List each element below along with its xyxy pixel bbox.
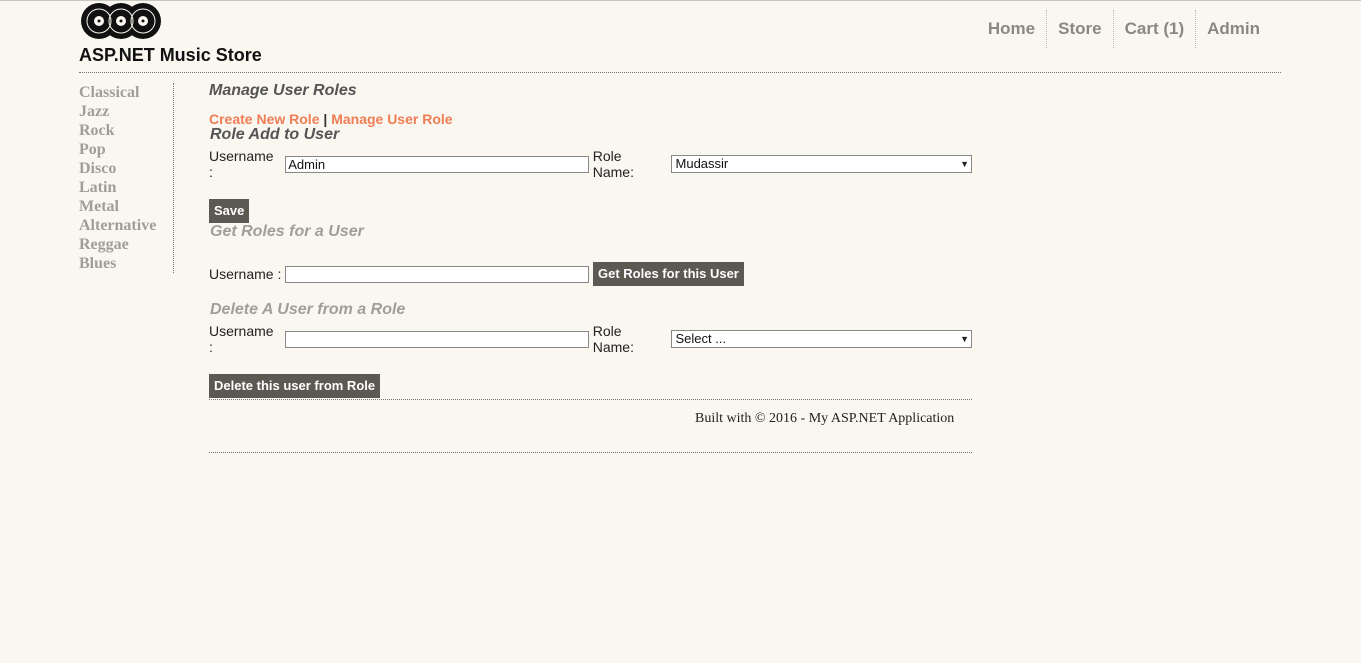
genre-item-blues[interactable]: Blues — [79, 254, 173, 273]
genre-item-classical[interactable]: Classical — [79, 83, 173, 102]
add-role-name-label: Role Name: — [592, 148, 634, 180]
delete-user-from-role-button[interactable]: Delete this user from Role — [209, 374, 381, 398]
delete-role-heading: Delete A User from a Role — [210, 301, 406, 318]
genre-item-disco[interactable]: Disco — [79, 159, 173, 178]
vinyl-records-logo[interactable] — [80, 2, 162, 40]
genre-item-reggae[interactable]: Reggae — [79, 235, 173, 254]
add-username-input[interactable]: Admin — [285, 155, 589, 173]
delete-role-name-label: Role Name: — [592, 323, 634, 355]
genre-menu: Classical Jazz Rock Pop Disco Latin Meta… — [79, 83, 174, 273]
add-role-form-row: Username : Admin Role Name: Mudassir ▼ — [209, 148, 972, 180]
delete-role-select[interactable]: Select ... ▼ — [670, 330, 972, 348]
nav-cart[interactable]: Cart (1) — [1112, 10, 1196, 48]
site-title: ASP.NET Music Store — [79, 45, 262, 65]
save-button[interactable]: Save — [209, 199, 250, 223]
content-divider — [209, 399, 972, 400]
nav-store[interactable]: Store — [1046, 10, 1112, 48]
delete-role-select-value: Select ... — [675, 331, 727, 346]
add-role-heading: Role Add to User — [210, 126, 340, 143]
top-border — [0, 0, 1361, 1]
add-role-select-value: Mudassir — [675, 156, 729, 171]
footer-text: Built with © 2016 - My ASP.NET Applicati… — [695, 411, 955, 426]
genre-item-rock[interactable]: Rock — [79, 121, 173, 140]
genre-item-pop[interactable]: Pop — [79, 140, 173, 159]
nav-home[interactable]: Home — [977, 10, 1046, 48]
role-links: Create New Role | Manage User Role — [209, 111, 453, 127]
add-role-select[interactable]: Mudassir ▼ — [670, 155, 972, 173]
get-roles-button[interactable]: Get Roles for this User — [593, 262, 744, 286]
genre-item-metal[interactable]: Metal — [79, 197, 173, 216]
footer-divider — [209, 452, 972, 453]
add-username-label: Username : — [209, 148, 274, 180]
manage-user-role-link[interactable]: Manage User Role — [331, 111, 452, 127]
get-roles-form-row: Username : — [209, 265, 590, 283]
link-separator: | — [323, 111, 328, 127]
delete-username-input[interactable] — [285, 330, 589, 348]
dropdown-arrow-icon: ▼ — [960, 159, 969, 169]
create-new-role-link[interactable]: Create New Role — [209, 111, 319, 127]
genre-item-latin[interactable]: Latin — [79, 178, 173, 197]
dropdown-arrow-icon: ▼ — [960, 334, 969, 344]
page-title: Manage User Roles — [209, 82, 357, 99]
get-username-input[interactable] — [285, 265, 590, 283]
delete-role-form-row: Username : Role Name: Select ... ▼ — [209, 323, 972, 355]
header-divider — [79, 72, 1281, 73]
genre-item-alternative[interactable]: Alternative — [79, 216, 173, 235]
genre-item-jazz[interactable]: Jazz — [79, 102, 173, 121]
nav-admin[interactable]: Admin — [1195, 10, 1271, 48]
get-username-label: Username : — [209, 266, 282, 282]
top-navigation: Home Store Cart (1) Admin — [977, 10, 1271, 48]
get-roles-heading: Get Roles for a User — [210, 223, 364, 240]
delete-username-label: Username : — [209, 323, 274, 355]
